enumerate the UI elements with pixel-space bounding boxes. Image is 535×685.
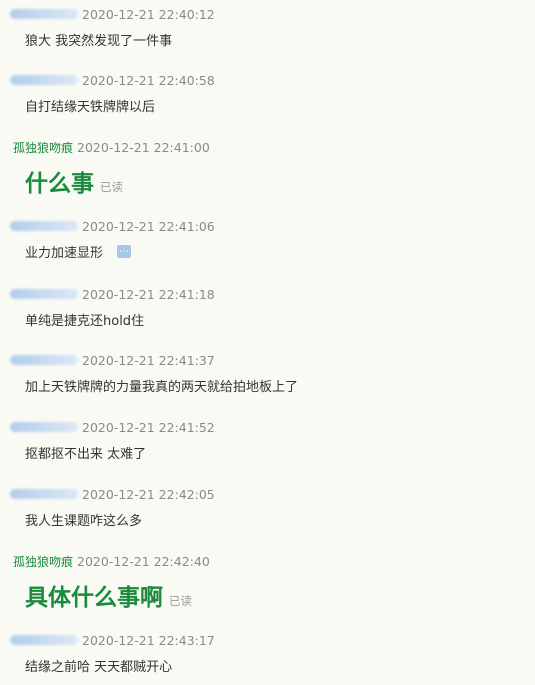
blurred-username [10,75,78,85]
message-text: 自打结缘天铁牌牌以后 [25,100,156,115]
message-meta: 2020-12-21 22:42:05 [10,486,215,502]
message-meta: 2020-12-21 22:41:06 [10,218,215,234]
message-text: 我人生课题咋这么多 [25,514,143,529]
message-timestamp: 2020-12-21 22:40:58 [82,72,215,88]
message-text: 单纯是捷克还hold住 [25,314,145,329]
message-text: 抠都抠不出来 太难了 [25,447,147,462]
message-meta: 2020-12-21 22:41:37 [10,352,215,368]
message-timestamp: 2020-12-21 22:40:12 [82,6,215,22]
sender-name: 孤独狼吻痕 [13,554,74,569]
message-text-row: 业力加速显形 ⋯ [25,242,132,261]
message-text: 业力加速显形 [25,246,104,261]
blurred-username [10,489,78,499]
message-timestamp: 2020-12-21 22:42:05 [82,486,215,502]
blurred-username [10,422,78,432]
message-meta: 2020-12-21 22:40:12 [10,6,215,22]
message-text-large: 具体什么事啊 已读 [25,578,192,612]
message-meta: 2020-12-21 22:41:52 [10,419,215,435]
blurred-username [10,355,78,365]
blurred-username [10,9,78,19]
message-timestamp: 2020-12-21 22:41:52 [82,419,215,435]
blurred-username [10,635,78,645]
more-icon[interactable]: ⋯ [117,245,132,258]
message-meta: 2020-12-21 22:40:58 [10,72,215,88]
message-text: 加上天铁牌牌的力量我真的两天就给拍地板上了 [25,380,299,395]
message-meta: 孤独狼吻痕 2020-12-21 22:41:00 [13,139,210,155]
message-text: 狼大 我突然发现了一件事 [25,34,173,49]
message-timestamp: 2020-12-21 22:42:40 [77,553,210,569]
read-status: 已读 [100,180,123,194]
message-text: 什么事 [25,171,94,197]
blurred-username [10,221,78,231]
message-text: 具体什么事啊 [25,585,163,611]
sender-name: 孤独狼吻痕 [13,140,74,155]
blurred-username [10,289,78,299]
message-timestamp: 2020-12-21 22:41:18 [82,286,215,302]
read-status: 已读 [169,594,192,608]
message-meta: 孤独狼吻痕 2020-12-21 22:42:40 [13,553,210,569]
message-meta: 2020-12-21 22:43:17 [10,632,215,648]
message-timestamp: 2020-12-21 22:41:37 [82,352,215,368]
message-text: 结缘之前哈 天天都贼开心 [25,660,173,675]
message-timestamp: 2020-12-21 22:41:00 [77,139,210,155]
message-timestamp: 2020-12-21 22:41:06 [82,218,215,234]
message-timestamp: 2020-12-21 22:43:17 [82,632,215,648]
message-text-large: 什么事 已读 [25,164,123,198]
message-meta: 2020-12-21 22:41:18 [10,286,215,302]
